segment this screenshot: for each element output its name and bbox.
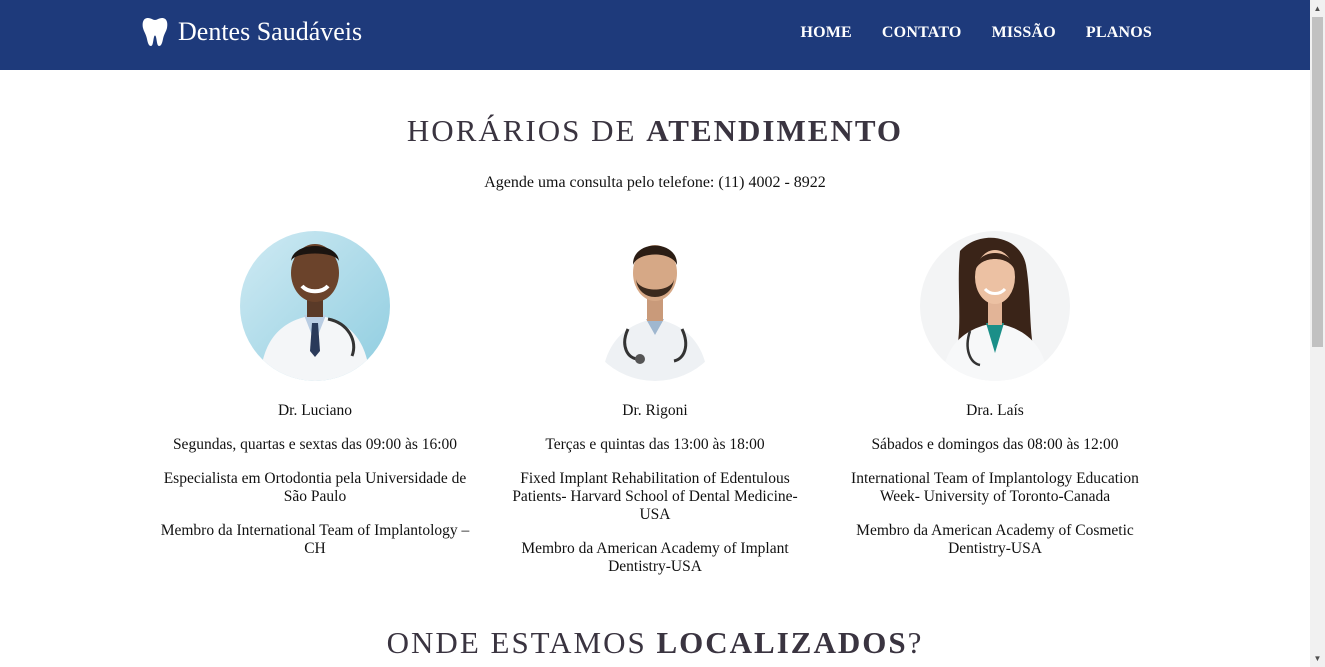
doctor-name: Dr. Rigoni — [622, 402, 688, 419]
doctor-name: Dr. Luciano — [277, 402, 353, 419]
scrollbar-thumb[interactable] — [1312, 17, 1323, 347]
hours-title-light: HORÁRIOS DE — [406, 113, 647, 148]
page: Dentes Saudáveis HOME CONTATO MISSÃO PLA… — [0, 0, 1310, 667]
doctor-card: Dra. Laís Sábados e domingos das 08:00 à… — [840, 231, 1150, 592]
brand-name: Dentes Saudáveis — [178, 17, 363, 46]
doctor-credential: Membro da American Academy of Cosmetic D… — [856, 522, 1134, 557]
scroll-up-icon[interactable]: ▲ — [1310, 0, 1325, 17]
doctor-schedule: Terças e quintas das 13:00 às 18:00 — [545, 436, 765, 453]
doctor-credential: Membro da International Team of Implanto… — [160, 522, 470, 557]
hours-subtitle: Agende uma consulta pelo telefone: (11) … — [484, 174, 826, 191]
doctor-photo — [580, 231, 730, 381]
hours-title: HORÁRIOS DE ATENDIMENTO — [0, 113, 1310, 149]
location-title-bold: LOCALIZADOS — [656, 625, 908, 660]
doctor-schedule: Sábados e domingos das 08:00 às 12:00 — [871, 436, 1119, 453]
doctor-credential: Fixed Implant Rehabilitation of Edentulo… — [512, 470, 798, 523]
top-navbar: Dentes Saudáveis HOME CONTATO MISSÃO PLA… — [0, 0, 1310, 70]
brand-link[interactable]: Dentes Saudáveis — [142, 17, 362, 47]
hours-title-bold: ATENDIMENTO — [646, 113, 904, 148]
doctor-name: Dra. Laís — [966, 402, 1024, 419]
doctor-photo — [920, 231, 1070, 381]
nav-planos[interactable]: PLANOS — [1086, 24, 1152, 42]
doctors-list: Dr. Luciano Segundas, quartas e sextas d… — [160, 231, 1150, 592]
nav-home[interactable]: HOME — [800, 24, 851, 42]
scroll-down-icon[interactable]: ▼ — [1310, 650, 1325, 667]
main-nav: HOME CONTATO MISSÃO PLANOS — [800, 24, 1152, 42]
nav-contato[interactable]: CONTATO — [882, 24, 962, 42]
doctor-credential: International Team of Implantology Educa… — [851, 470, 1139, 505]
doctor-schedule: Segundas, quartas e sextas das 09:00 às … — [172, 436, 458, 453]
location-title: ONDE ESTAMOS LOCALIZADOS? — [0, 625, 1310, 661]
doctor-card: Dr. Rigoni Terças e quintas das 13:00 às… — [500, 231, 810, 592]
doctor-credential: Especialista em Ortodontia pela Universi… — [163, 470, 467, 505]
location-title-light: ONDE ESTAMOS — [386, 625, 657, 660]
vertical-scrollbar[interactable]: ▲ ▼ — [1310, 0, 1325, 667]
tooth-icon — [142, 17, 168, 47]
nav-missao[interactable]: MISSÃO — [992, 24, 1056, 42]
doctor-photo — [240, 231, 390, 381]
location-title-end: ? — [907, 625, 924, 660]
doctor-card: Dr. Luciano Segundas, quartas e sextas d… — [160, 231, 470, 592]
doctor-credential: Membro da American Academy of Implant De… — [521, 540, 789, 575]
